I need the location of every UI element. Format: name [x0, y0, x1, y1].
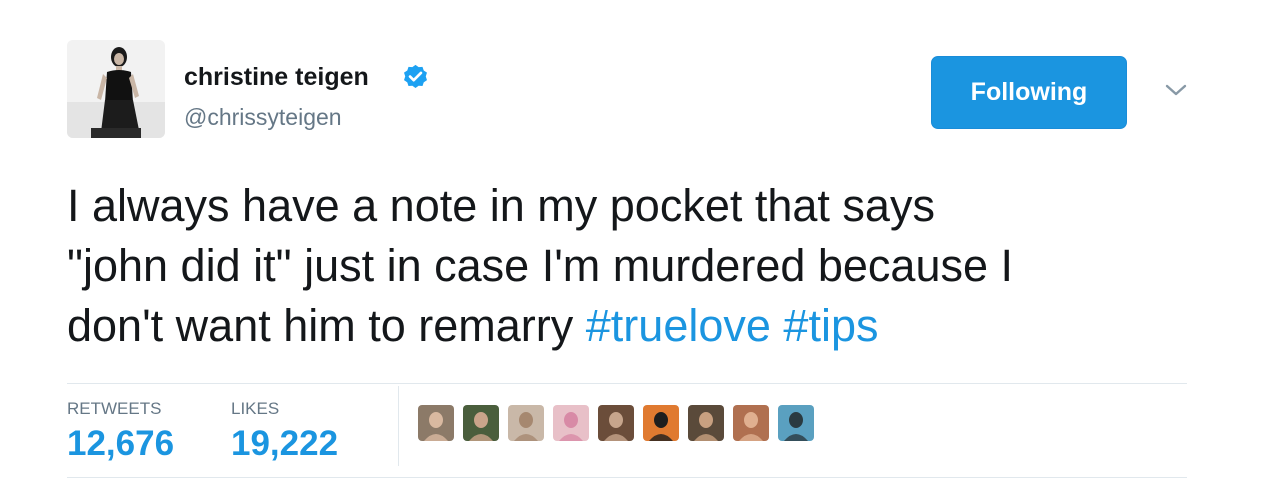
liker-avatar-7-image [688, 405, 724, 441]
liker-avatar-4-image [553, 405, 589, 441]
author-avatar-image [67, 40, 165, 138]
stats-bottom-divider [67, 477, 1187, 478]
likes-count[interactable]: 19,222 [231, 424, 338, 464]
liker-avatar-6[interactable] [643, 405, 679, 441]
chevron-down-icon[interactable] [1164, 82, 1188, 98]
author-display-name[interactable]: christine teigen [184, 63, 369, 92]
liker-avatar-3-image [508, 405, 544, 441]
author-handle[interactable]: @chrissyteigen [184, 104, 342, 131]
stats-vertical-divider [398, 386, 399, 466]
hashtag-separator [771, 300, 784, 351]
hashtag-tips[interactable]: #tips [783, 300, 878, 351]
liker-avatar-3[interactable] [508, 405, 544, 441]
liker-avatar-8-image [733, 405, 769, 441]
liker-avatar-2[interactable] [463, 405, 499, 441]
liker-avatar-5-image [598, 405, 634, 441]
liker-avatar-2-image [463, 405, 499, 441]
author-avatar[interactable] [67, 40, 165, 138]
following-button[interactable]: Following [931, 56, 1127, 129]
liker-avatar-9-image [778, 405, 814, 441]
tweet-text: I always have a note in my pocket that s… [67, 176, 1207, 356]
likes-label[interactable]: LIKES [231, 399, 279, 419]
liker-avatar-1-image [418, 405, 454, 441]
hashtag-truelove[interactable]: #truelove [586, 300, 771, 351]
tweet-text-line: I always have a note in my pocket that s… [67, 180, 935, 231]
liker-avatar-9[interactable] [778, 405, 814, 441]
verified-badge-icon [404, 64, 427, 89]
liker-avatar-7[interactable] [688, 405, 724, 441]
retweets-count[interactable]: 12,676 [67, 424, 174, 464]
tweet-text-segment: don't want him to remarry [67, 300, 586, 351]
stats-top-divider [67, 383, 1187, 384]
liker-avatars [418, 405, 823, 445]
liker-avatar-5[interactable] [598, 405, 634, 441]
tweet-text-line: don't want him to remarry #truelove #tip… [67, 296, 1207, 356]
liker-avatar-8[interactable] [733, 405, 769, 441]
liker-avatar-4[interactable] [553, 405, 589, 441]
tweet-text-line: "john did it" just in case I'm murdered … [67, 240, 1014, 291]
liker-avatar-1[interactable] [418, 405, 454, 441]
retweets-label[interactable]: RETWEETS [67, 399, 161, 419]
liker-avatar-6-image [643, 405, 679, 441]
